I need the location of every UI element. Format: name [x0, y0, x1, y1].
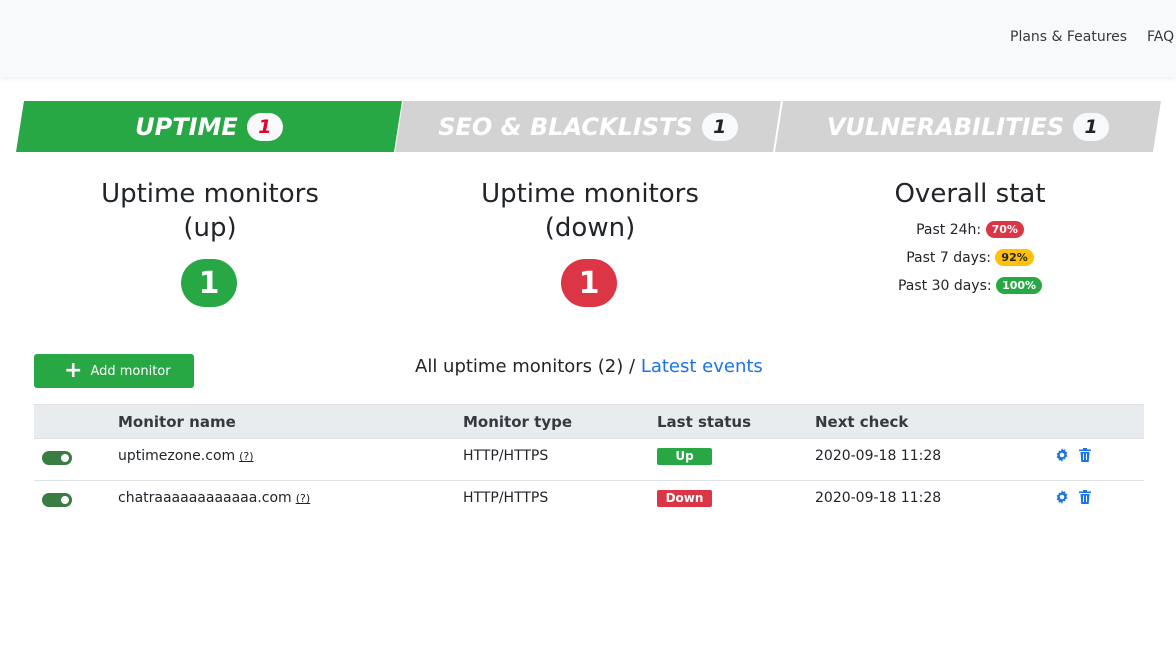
tab-vuln-count: 1 — [1073, 113, 1109, 141]
help-link[interactable]: (?) — [239, 450, 253, 463]
tab-uptime[interactable]: UPTIME 1 — [16, 101, 402, 152]
tab-vulnerabilities[interactable]: VULNERABILITIES 1 — [775, 101, 1161, 152]
monitor-type: HTTP/HTTPS — [463, 448, 549, 464]
past-30d-badge: 100% — [996, 277, 1043, 294]
heading-separator: / — [623, 356, 641, 377]
past-30d-label: Past 30 days: — [897, 278, 992, 294]
uptime-down-count: 1 — [561, 259, 617, 307]
status-badge: Down — [657, 490, 712, 507]
nav-plans-features[interactable]: Plans & Features — [1010, 29, 1127, 45]
past-7d-label: Past 7 days: — [906, 250, 991, 266]
past-30d-row: Past 30 days: 100% — [820, 277, 1120, 294]
past-7d-badge: 92% — [995, 249, 1034, 266]
monitors-list-heading: All uptime monitors (2) / Latest events — [415, 356, 763, 377]
toggle-knob — [61, 496, 69, 504]
monitor-name-text: uptimezone.com — [118, 448, 236, 464]
help-link[interactable]: (?) — [296, 492, 310, 505]
row-actions — [1055, 490, 1091, 504]
monitors-table: Monitor name Monitor type Last status Ne… — [34, 404, 1144, 522]
monitor-name: uptimezone.com (?) — [118, 448, 254, 464]
past-7d-row: Past 7 days: 92% — [820, 249, 1120, 266]
header-last-status: Last status — [657, 413, 751, 431]
uptime-down-title-line1: Uptime monitors — [481, 179, 699, 209]
table-header: Monitor name Monitor type Last status Ne… — [34, 404, 1144, 438]
header-next-check: Next check — [815, 413, 909, 431]
toggle-knob — [61, 454, 69, 462]
next-check: 2020-09-18 11:28 — [815, 448, 942, 464]
all-monitors-title: All uptime monitors (2) — [415, 356, 624, 377]
monitor-type: HTTP/HTTPS — [463, 490, 549, 506]
header-monitor-name: Monitor name — [118, 413, 236, 431]
gear-icon[interactable] — [1055, 490, 1069, 504]
table-row: chatraaaaaaaaaaaa.com (?) HTTP/HTTPS Down… — [34, 480, 1144, 522]
uptime-up-title: Uptime monitors (up) — [60, 177, 360, 245]
monitor-name: chatraaaaaaaaaaaa.com (?) — [118, 490, 310, 506]
last-status: Down — [657, 490, 712, 507]
table-row: uptimezone.com (?) HTTP/HTTPS Up 2020-09-… — [34, 438, 1144, 480]
past-24h-row: Past 24h: 70% — [820, 221, 1120, 238]
tab-seo-blacklists[interactable]: SEO & BLACKLISTS 1 — [395, 101, 781, 152]
next-check: 2020-09-18 11:28 — [815, 490, 942, 506]
uptime-down-title-line2: (down) — [544, 213, 636, 243]
monitor-toggle[interactable] — [42, 493, 72, 507]
nav-faq[interactable]: FAQ — [1147, 29, 1174, 45]
tab-seo-count: 1 — [702, 113, 738, 141]
monitor-name-text: chatraaaaaaaaaaaa.com — [118, 490, 292, 506]
add-monitor-button[interactable]: + Add monitor — [34, 354, 194, 388]
monitor-toggle[interactable] — [42, 451, 72, 465]
past-24h-label: Past 24h: — [916, 222, 982, 238]
add-monitor-label: Add monitor — [90, 363, 171, 379]
trash-icon[interactable] — [1079, 448, 1091, 462]
status-badge: Up — [657, 448, 712, 465]
tab-seo-label: SEO & BLACKLISTS — [438, 112, 693, 141]
gear-icon[interactable] — [1055, 448, 1069, 462]
plus-icon: + — [64, 358, 83, 383]
tab-uptime-label: UPTIME — [135, 112, 238, 141]
last-status: Up — [657, 448, 712, 465]
uptime-up-title-line2: (up) — [183, 213, 237, 243]
past-24h-badge: 70% — [985, 221, 1024, 238]
tab-uptime-count: 1 — [247, 113, 283, 141]
uptime-up-count: 1 — [181, 259, 237, 307]
uptime-down-title: Uptime monitors (down) — [440, 177, 740, 245]
latest-events-link[interactable]: Latest events — [641, 356, 763, 377]
row-actions — [1055, 448, 1091, 462]
tab-vuln-label: VULNERABILITIES — [826, 112, 1065, 141]
header-monitor-type: Monitor type — [463, 413, 573, 431]
trash-icon[interactable] — [1079, 490, 1091, 504]
top-navbar: Plans & Features FAQ — [0, 0, 1176, 77]
overall-stat-title: Overall stat — [894, 179, 1046, 209]
uptime-up-title-line1: Uptime monitors — [101, 179, 319, 209]
